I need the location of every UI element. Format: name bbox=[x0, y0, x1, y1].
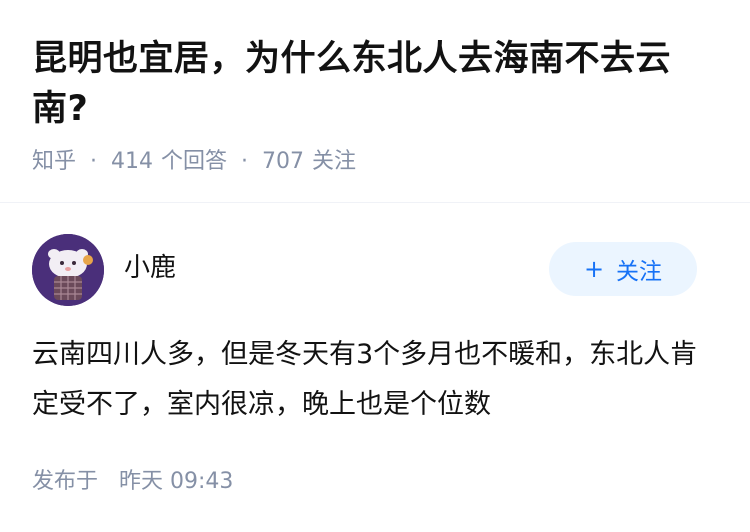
published-label: 发布于 bbox=[32, 469, 99, 494]
section-divider bbox=[0, 202, 750, 203]
published-time: 昨天 09:43 bbox=[119, 469, 234, 494]
answer-timestamp: 发布于 昨天 09:43 bbox=[32, 467, 233, 497]
follower-count: 707 bbox=[262, 149, 305, 174]
plus-icon: + bbox=[583, 255, 605, 283]
meta-separator: · bbox=[241, 149, 249, 174]
answer-content[interactable]: 云南四川人多，但是冬天有3个多月也不暖和，东北人肯定受不了，室内很凉，晚上也是个… bbox=[32, 330, 722, 430]
follow-button-label: 关注 bbox=[616, 259, 663, 285]
avatar[interactable] bbox=[32, 234, 104, 306]
avatar-image bbox=[32, 234, 104, 306]
follower-count-label: 关注 bbox=[312, 149, 357, 174]
follow-button[interactable]: + 关注 bbox=[549, 242, 697, 296]
question-title[interactable]: 昆明也宜居，为什么东北人去海南不去云南? bbox=[32, 34, 712, 134]
answer-count: 414 bbox=[111, 149, 154, 174]
question-meta: 知乎 · 414 个回答 · 707 关注 bbox=[32, 147, 718, 177]
question-header: 昆明也宜居，为什么东北人去海南不去云南? 知乎 · 414 个回答 · 707 … bbox=[0, 0, 750, 174]
author-name[interactable]: 小鹿 bbox=[124, 250, 176, 286]
answer-count-label: 个回答 bbox=[161, 149, 228, 174]
meta-separator: · bbox=[90, 149, 98, 174]
source-label[interactable]: 知乎 bbox=[32, 147, 76, 177]
